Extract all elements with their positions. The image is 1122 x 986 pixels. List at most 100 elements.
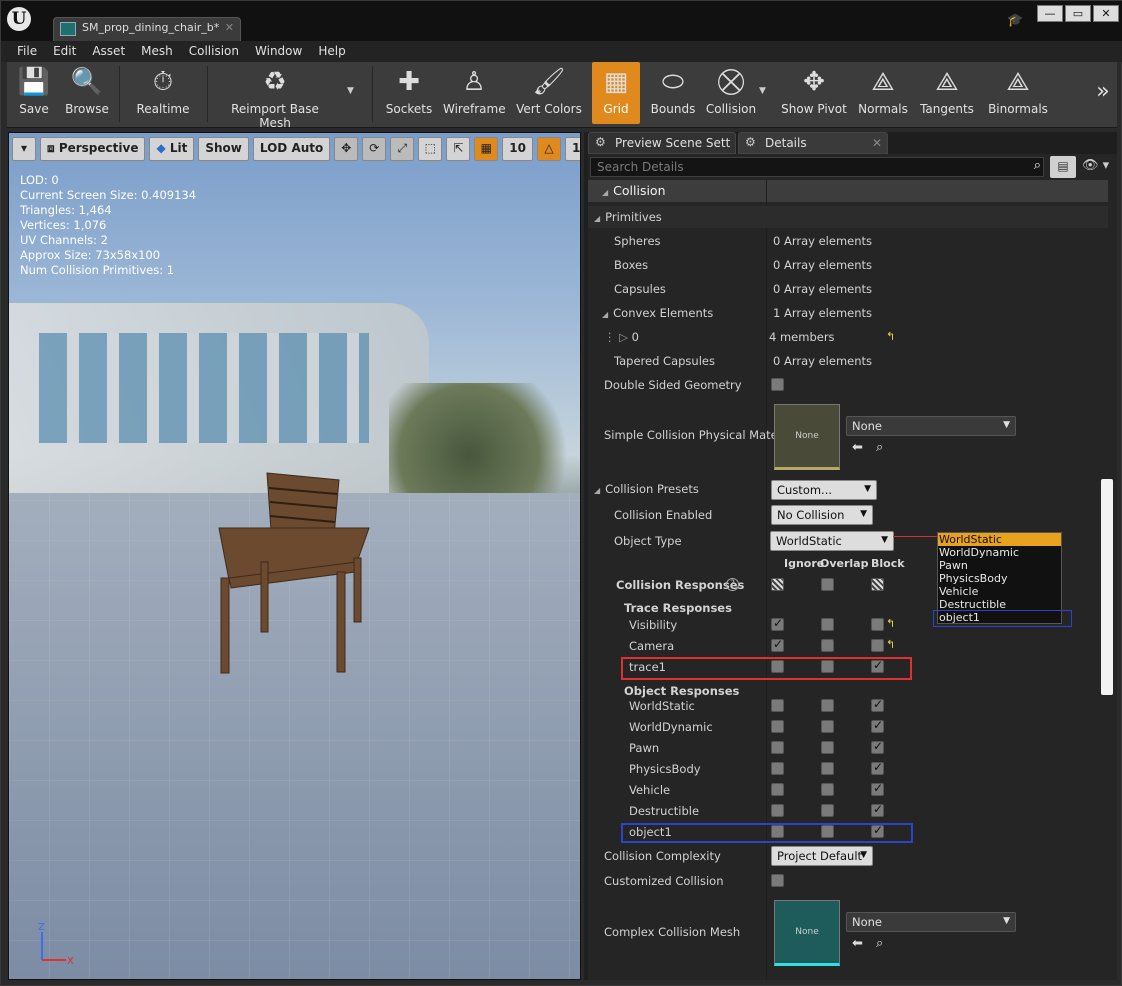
bounds-button[interactable]: ⬭ Bounds: [647, 62, 699, 124]
save-button[interactable]: 💾 Save: [9, 62, 59, 124]
reimport-button[interactable]: ♻ Reimport Base Mesh: [215, 62, 335, 130]
object-physicsbody-block-checkbox[interactable]: [871, 760, 884, 775]
search-input[interactable]: Search Details ⌕: [590, 157, 1044, 177]
phys-material-thumbnail[interactable]: None: [774, 404, 840, 470]
details-scrollbar[interactable]: [1101, 479, 1113, 695]
customized-collision-checkbox[interactable]: [771, 874, 784, 887]
vert-colors-button[interactable]: 🖌 Vert Colors: [515, 62, 583, 124]
tangents-button[interactable]: ⟁ Tangents: [919, 62, 975, 124]
grid-button[interactable]: ▦ Grid: [592, 62, 640, 124]
object-destructible-overlap-checkbox[interactable]: [821, 804, 834, 817]
object-pawn-ignore-checkbox[interactable]: [771, 741, 784, 754]
object-physicsbody-overlap-checkbox[interactable]: [821, 762, 834, 775]
menu-window[interactable]: Window: [247, 41, 310, 62]
trace-visibility-overlap-checkbox[interactable]: [821, 618, 834, 631]
rotate-icon[interactable]: ⟳: [362, 137, 387, 161]
viewport[interactable]: ▾ ⧈ Perspective ◆ Lit Show LOD Auto ✥ ⟳ …: [8, 132, 581, 980]
asset-tab[interactable]: SM_prop_dining_chair_b* ✕: [53, 17, 241, 41]
close-button[interactable]: ✕: [1093, 5, 1119, 22]
browse-asset-icon[interactable]: ⌕: [876, 440, 883, 455]
chair-mesh[interactable]: [209, 468, 379, 678]
menu-mesh[interactable]: Mesh: [133, 41, 181, 62]
details-tab-close-icon[interactable]: ✕: [872, 136, 882, 150]
browse-asset-icon[interactable]: ⌕: [876, 936, 883, 951]
lod-button[interactable]: LOD Auto: [252, 137, 331, 161]
normals-button[interactable]: ⟁ Normals: [857, 62, 909, 124]
trace-camera-ignore-checkbox[interactable]: [771, 637, 784, 652]
rotation-snap-value[interactable]: 10°: [564, 137, 580, 161]
trace-camera-block-checkbox[interactable]: [871, 639, 884, 652]
collision-button[interactable]: ⛒ Collision: [705, 62, 757, 124]
collision-category[interactable]: ◢ Collision: [588, 180, 1108, 202]
scale-icon[interactable]: ⤢: [390, 137, 415, 161]
popup-option[interactable]: WorldDynamic: [938, 546, 1061, 559]
viewport-options-button[interactable]: ▾: [12, 137, 36, 161]
sockets-button[interactable]: ✚ Sockets: [383, 62, 435, 124]
object-vehicle-block-checkbox[interactable]: [871, 781, 884, 796]
maximize-button[interactable]: ▭: [1065, 5, 1091, 22]
surface-snap-icon[interactable]: ⇱: [446, 137, 471, 161]
object-worlddynamic-ignore-checkbox[interactable]: [771, 720, 784, 733]
wireframe-button[interactable]: ♙ Wireframe: [443, 62, 506, 124]
reimport-dropdown-icon[interactable]: ▼: [347, 86, 354, 96]
complex-mesh-picker[interactable]: None ▼: [846, 912, 1016, 932]
object-worlddynamic-block-checkbox[interactable]: [871, 718, 884, 733]
binormals-button[interactable]: ⟁ Binormals: [985, 62, 1051, 124]
all-overlap-checkbox[interactable]: [821, 578, 834, 591]
object-pawn-overlap-checkbox[interactable]: [821, 741, 834, 754]
object-pawn-block-checkbox[interactable]: [871, 739, 884, 754]
trace-visibility-block-checkbox[interactable]: [871, 618, 884, 631]
menu-collision[interactable]: Collision: [181, 41, 247, 62]
popup-option[interactable]: WorldStatic: [938, 533, 1061, 546]
collision-dropdown-icon[interactable]: ▼: [759, 86, 766, 96]
tab-close-icon[interactable]: ✕: [225, 21, 234, 34]
object-physicsbody-ignore-checkbox[interactable]: [771, 762, 784, 775]
object-destructible-ignore-checkbox[interactable]: [771, 804, 784, 817]
complex-mesh-thumbnail[interactable]: None: [774, 900, 840, 966]
phys-material-picker[interactable]: None ▼: [846, 416, 1016, 436]
object-vehicle-overlap-checkbox[interactable]: [821, 783, 834, 796]
trace-camera-overlap-checkbox[interactable]: [821, 639, 834, 652]
popup-option[interactable]: PhysicsBody: [938, 572, 1061, 585]
minimize-button[interactable]: —: [1037, 5, 1063, 22]
convex-element-0-row[interactable]: ⋮ ▷ 04 members ↰: [588, 326, 1108, 348]
menu-asset[interactable]: Asset: [84, 41, 133, 62]
show-button[interactable]: Show: [198, 137, 249, 161]
menu-file[interactable]: File: [9, 41, 45, 62]
object-type-dropdown[interactable]: WorldStatic ▼: [770, 531, 894, 551]
object-worlddynamic-overlap-checkbox[interactable]: [821, 720, 834, 733]
translate-icon[interactable]: ✥: [334, 137, 359, 161]
primitives-row[interactable]: ◢ Primitives: [588, 206, 1108, 228]
perspective-button[interactable]: ⧈ Perspective: [40, 137, 146, 161]
trace-visibility-ignore-checkbox[interactable]: [771, 616, 784, 631]
tab-preview-scene[interactable]: ⚙ Preview Scene Sett: [588, 132, 736, 154]
view-options-button[interactable]: ▤: [1050, 156, 1076, 178]
graduation-cap-icon[interactable]: 🎓: [1007, 13, 1023, 29]
collision-enabled-dropdown[interactable]: No Collision ▼: [771, 505, 873, 525]
menu-help[interactable]: Help: [310, 41, 353, 62]
collision-presets-dropdown[interactable]: Custom... ▼: [771, 480, 877, 500]
use-selected-arrow-icon[interactable]: ⬅: [852, 936, 863, 951]
convex-elements-row[interactable]: ◢ Convex Elements 1 Array elements: [588, 302, 1108, 324]
show-pivot-button[interactable]: ✥ Show Pivot: [779, 62, 849, 124]
use-selected-arrow-icon[interactable]: ⬅: [852, 440, 863, 455]
grid-snap-value[interactable]: 10: [502, 137, 533, 161]
object-destructible-block-checkbox[interactable]: [871, 802, 884, 817]
world-local-icon[interactable]: ⬚: [418, 137, 443, 161]
popup-option[interactable]: Pawn: [938, 559, 1061, 572]
lit-button[interactable]: ◆ Lit: [149, 137, 195, 161]
realtime-button[interactable]: ⏱ Realtime: [132, 62, 194, 124]
object-vehicle-ignore-checkbox[interactable]: [771, 783, 784, 796]
browse-button[interactable]: 🔍 Browse: [61, 62, 113, 124]
rotation-snap-icon[interactable]: △: [536, 137, 561, 161]
reset-default-icon[interactable]: ↰: [886, 638, 895, 651]
all-block-checkbox[interactable]: [871, 578, 884, 591]
collision-complexity-dropdown[interactable]: Project Default ▼: [771, 846, 873, 866]
object-worldstatic-block-checkbox[interactable]: [871, 697, 884, 712]
more-tools-button[interactable]: »: [1091, 62, 1115, 124]
grid-snap-icon[interactable]: ▦: [474, 137, 499, 161]
reset-default-icon[interactable]: ↰: [886, 330, 895, 343]
object-worldstatic-overlap-checkbox[interactable]: [821, 699, 834, 712]
menu-edit[interactable]: Edit: [45, 41, 84, 62]
tab-details[interactable]: ⚙ Details ✕: [738, 132, 888, 154]
